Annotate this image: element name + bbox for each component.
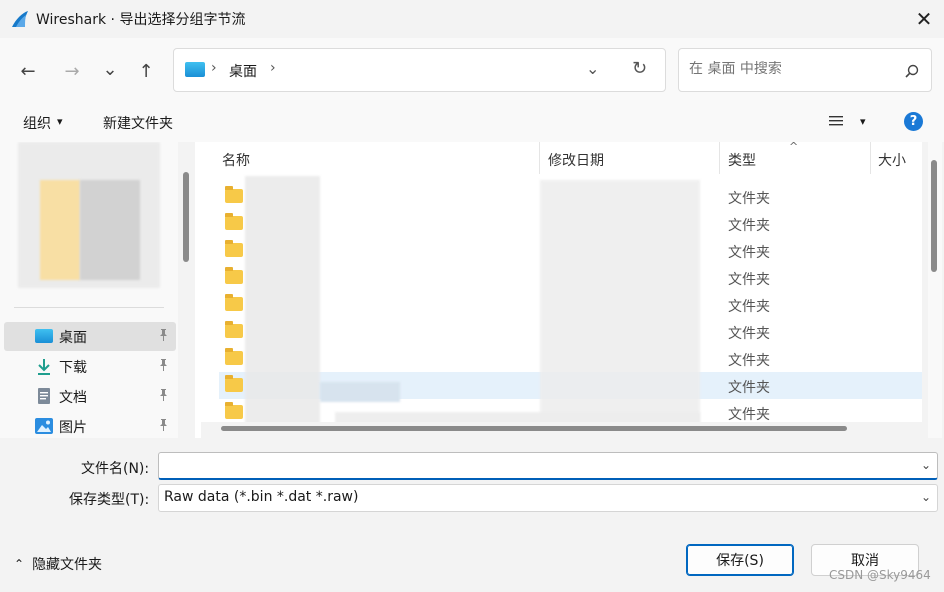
folder-icon xyxy=(225,375,243,392)
new-folder-button[interactable]: 新建文件夹 xyxy=(103,113,173,133)
folder-icon xyxy=(225,186,243,203)
back-button[interactable]: ← xyxy=(14,58,42,84)
save-button[interactable]: 保存(S) xyxy=(686,544,794,576)
sidebar-item-label: 图片 xyxy=(59,419,87,436)
folder-icon xyxy=(225,240,243,257)
horizontal-scrollbar-thumb[interactable] xyxy=(221,426,847,431)
pin-icon[interactable] xyxy=(158,329,169,344)
breadcrumb-separator[interactable]: › xyxy=(270,60,276,76)
chevron-up-icon: ⌃ xyxy=(14,557,25,571)
download-icon xyxy=(38,359,50,375)
filename-combobox[interactable]: ⌄ xyxy=(158,452,938,480)
type-cell: 文件夹 xyxy=(728,407,770,423)
organize-menu-button[interactable]: 组织 ▾ xyxy=(23,113,63,133)
type-cell: 文件夹 xyxy=(728,191,770,207)
chevron-down-icon[interactable]: ⌄ xyxy=(921,458,931,472)
sidebar-item-label: 文档 xyxy=(59,389,87,406)
type-cell: 文件夹 xyxy=(728,245,770,261)
filetype-label: 保存类型(T): xyxy=(69,492,150,508)
up-button[interactable]: ↑ xyxy=(132,58,160,84)
pin-icon[interactable] xyxy=(158,359,169,374)
column-header-type[interactable]: 类型 xyxy=(728,150,756,170)
window-title: Wireshark · 导出选择分组字节流 xyxy=(36,12,246,28)
arrow-right-icon: → xyxy=(64,60,80,82)
help-button[interactable]: ? xyxy=(904,112,923,131)
filetype-select[interactable]: Raw data (*.bin *.dat *.raw) ⌄ xyxy=(158,484,938,512)
forward-button[interactable]: → xyxy=(58,58,86,84)
navigation-pane-scrollbar[interactable] xyxy=(183,172,189,262)
arrow-left-icon: ← xyxy=(20,60,36,82)
sidebar-item-desktop[interactable]: 桌面 xyxy=(4,322,176,351)
caret-down-icon: ▾ xyxy=(860,114,866,128)
column-separator[interactable] xyxy=(870,142,871,174)
file-list: 名称 修改日期 类型 ^ 大小 文件夹 文件夹 文件夹 文件夹 文件夹 文件夹 … xyxy=(195,142,922,438)
recent-locations-button[interactable]: ⌄ xyxy=(96,56,124,82)
list-view-icon xyxy=(829,116,843,126)
pin-icon[interactable] xyxy=(158,389,169,404)
sidebar-item-label: 桌面 xyxy=(59,329,87,346)
pictures-icon xyxy=(35,418,53,434)
vertical-scrollbar-thumb[interactable] xyxy=(931,160,937,272)
close-icon: ✕ xyxy=(915,7,933,31)
type-cell: 文件夹 xyxy=(728,218,770,234)
filename-label: 文件名(N): xyxy=(81,461,150,477)
column-separator[interactable] xyxy=(719,142,720,174)
sidebar-item-pictures[interactable]: 图片 xyxy=(4,412,176,438)
chevron-down-icon: ⌄ xyxy=(920,490,931,504)
pixelated-region xyxy=(245,176,320,438)
column-header-name[interactable]: 名称 xyxy=(222,150,250,170)
divider xyxy=(14,307,164,308)
column-separator[interactable] xyxy=(539,142,540,174)
hide-folders-toggle[interactable]: ⌃ 隐藏文件夹 xyxy=(14,554,102,574)
pixelated-region xyxy=(40,180,80,280)
desktop-icon xyxy=(35,329,53,343)
filetype-value: Raw data (*.bin *.dat *.raw) xyxy=(164,489,359,505)
folder-icon xyxy=(225,294,243,311)
address-bar[interactable]: › 桌面 › ⌄ ↻ xyxy=(173,48,666,92)
wireshark-logo-icon xyxy=(12,11,28,27)
pixelated-region xyxy=(320,382,400,402)
sidebar-item-documents[interactable]: 文档 xyxy=(4,382,176,411)
caret-down-icon: ▾ xyxy=(57,115,63,128)
watermark: CSDN @Sky9464 xyxy=(829,568,931,582)
column-header-modified[interactable]: 修改日期 xyxy=(548,150,604,170)
type-cell: 文件夹 xyxy=(728,380,770,396)
document-icon xyxy=(38,388,50,404)
help-icon: ? xyxy=(909,114,918,129)
folder-icon xyxy=(225,321,243,338)
hide-folders-label: 隐藏文件夹 xyxy=(32,557,103,573)
breadcrumb-separator: › xyxy=(211,60,217,76)
navigation-pane: 桌面 下载 文档 图片 xyxy=(0,142,178,438)
pixelated-region xyxy=(80,180,140,280)
folder-icon xyxy=(225,402,243,419)
type-cell: 文件夹 xyxy=(728,326,770,342)
folder-icon xyxy=(225,213,243,230)
title-bar: Wireshark · 导出选择分组字节流 ✕ xyxy=(0,0,944,38)
view-options-button[interactable]: ▾ xyxy=(828,114,866,128)
type-cell: 文件夹 xyxy=(728,299,770,315)
organize-label: 组织 xyxy=(23,116,51,132)
column-header-size[interactable]: 大小 xyxy=(878,150,906,170)
search-icon[interactable] xyxy=(905,64,919,78)
folder-icon xyxy=(225,348,243,365)
address-dropdown-button[interactable]: ⌄ xyxy=(586,59,599,78)
filename-input[interactable] xyxy=(165,456,905,472)
type-cell: 文件夹 xyxy=(728,272,770,288)
desktop-icon xyxy=(185,62,205,77)
folder-icon xyxy=(225,267,243,284)
search-input[interactable] xyxy=(689,61,889,77)
type-cell: 文件夹 xyxy=(728,353,770,369)
pixelated-region xyxy=(540,180,700,430)
search-box[interactable] xyxy=(678,48,932,92)
chevron-down-icon: ⌄ xyxy=(102,58,118,80)
breadcrumb-desktop[interactable]: 桌面 xyxy=(229,61,257,81)
sort-indicator-icon: ^ xyxy=(789,142,799,153)
pin-icon[interactable] xyxy=(158,419,169,434)
sidebar-item-label: 下载 xyxy=(59,359,87,376)
close-button[interactable]: ✕ xyxy=(904,0,944,38)
sidebar-item-downloads[interactable]: 下载 xyxy=(4,352,176,381)
refresh-button[interactable]: ↻ xyxy=(632,58,647,79)
arrow-up-icon: ↑ xyxy=(138,60,154,82)
